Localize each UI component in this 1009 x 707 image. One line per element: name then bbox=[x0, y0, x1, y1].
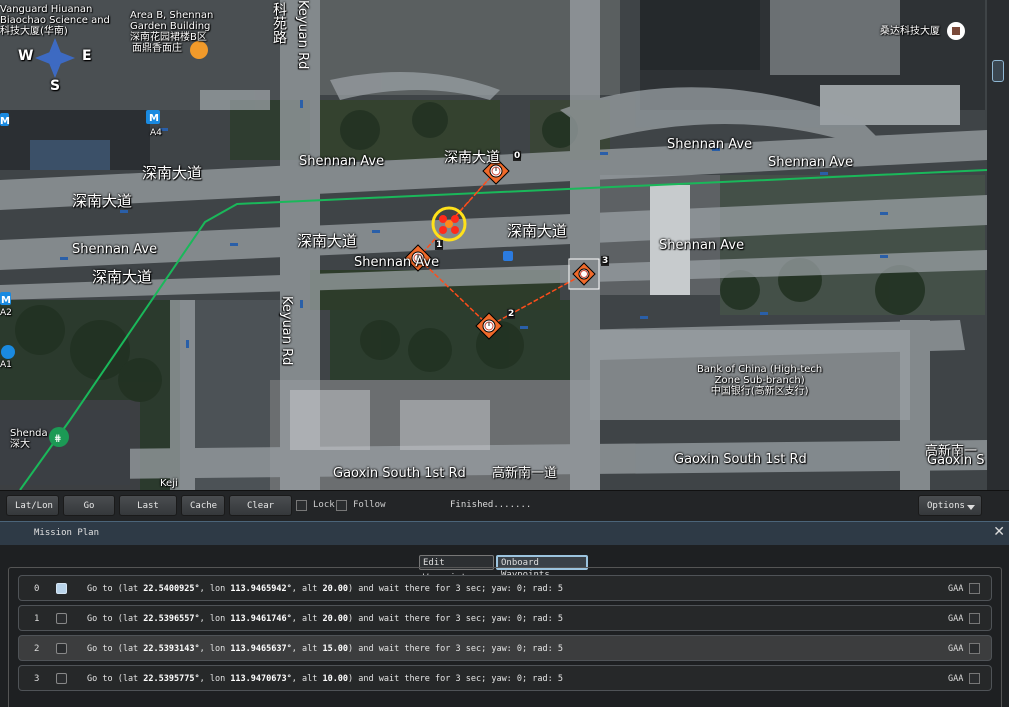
compass-west-label: W bbox=[18, 48, 34, 64]
waypoint-lat: 22.5400925° bbox=[143, 584, 200, 594]
gaa-label: GAA bbox=[948, 584, 964, 594]
waypoint-description: Go to (lat 22.5396557°, lon 113.9461746°… bbox=[87, 614, 563, 624]
mission-plan-header: Mission Plan ✕ bbox=[0, 521, 1009, 546]
road-label-keyuan-cn: 科苑路 bbox=[271, 2, 287, 44]
metro-label-a1: A1 bbox=[0, 360, 12, 370]
road-label-shennan-cn: 深南大道 bbox=[92, 268, 153, 286]
map-toolbar: Lat/Lon Go Home Last Pos Cache Clear Map… bbox=[0, 490, 1009, 532]
road-label-shennan-en: Shennan Ave bbox=[299, 154, 385, 169]
waypoint-alt: 10.00 bbox=[322, 674, 349, 684]
waypoint-alt: 15.00 bbox=[322, 644, 349, 654]
svg-text:M: M bbox=[149, 113, 159, 124]
waypoint-description: Go to (lat 22.5395775°, lon 113.9470673°… bbox=[87, 674, 563, 684]
waypoint-select-checkbox[interactable] bbox=[56, 643, 67, 654]
clear-map-button[interactable]: Clear Map bbox=[229, 495, 292, 532]
go-home-button[interactable]: Go Home bbox=[63, 495, 115, 532]
waypoint-row[interactable]: 0 Go to (lat 22.5400925°, lon 113.9465942… bbox=[18, 575, 992, 601]
waypoint-label: 0 bbox=[513, 151, 522, 161]
waypoint-description: Go to (lat 22.5393143°, lon 113.9465637°… bbox=[87, 644, 563, 654]
road-label-shennan-en: Shennan Ave bbox=[667, 137, 753, 152]
road-label-shennan-cn: 深南大道 bbox=[142, 164, 203, 182]
lat-lon-button[interactable]: Lat/Lon bbox=[6, 495, 59, 516]
poi-shenda: Shenda 深大 bbox=[10, 428, 48, 450]
waypoint-select-checkbox[interactable] bbox=[56, 583, 67, 594]
road-label-shennan-cn: 深南大道 bbox=[72, 192, 133, 210]
follow-label: Follow bbox=[353, 500, 386, 510]
road-label-shennan-cn: 深南大道 bbox=[444, 150, 500, 166]
lock-label: Lock bbox=[313, 500, 335, 510]
road-label-shennan-en: Shennan Ave bbox=[768, 155, 854, 170]
poi-vanguard: Vanguard Hiuanan Biaochao Science and 科技… bbox=[0, 4, 110, 37]
svg-text:M: M bbox=[0, 116, 10, 127]
chevron-down-icon bbox=[967, 505, 975, 510]
gaa-label: GAA bbox=[948, 614, 964, 624]
gaa-label: GAA bbox=[948, 674, 964, 684]
road-label-shennan-en: Shennan Ave bbox=[659, 238, 745, 253]
waypoint-lon: 113.9470673° bbox=[230, 674, 292, 684]
close-icon[interactable]: ✕ bbox=[993, 524, 1005, 540]
poi-bank-of-china: Bank of China (High-tech Zone Sub-branch… bbox=[697, 364, 823, 397]
road-label-gaoxin-en: Gaoxin S bbox=[927, 453, 985, 468]
waypoint-alt: 20.00 bbox=[322, 614, 349, 624]
gaa-checkbox[interactable] bbox=[969, 613, 980, 624]
waypoint-index: 0 bbox=[34, 584, 40, 594]
gaa-label: GAA bbox=[948, 644, 964, 654]
map-scrollbar-thumb[interactable] bbox=[992, 60, 1004, 82]
metro-label-a4: A4 bbox=[150, 128, 162, 138]
options-label: Options bbox=[927, 501, 965, 511]
waypoint-row[interactable]: 1 Go to (lat 22.5396557°, lon 113.9461746… bbox=[18, 605, 992, 631]
waypoint-index: 1 bbox=[34, 614, 40, 624]
waypoint-lon: 113.9461746° bbox=[230, 614, 292, 624]
follow-checkbox[interactable] bbox=[336, 500, 347, 511]
waypoint-lat: 22.5393143° bbox=[143, 644, 200, 654]
waypoint-label: 3 bbox=[601, 256, 610, 266]
map-scrollbar[interactable] bbox=[987, 0, 1009, 520]
gaa-checkbox[interactable] bbox=[969, 643, 980, 654]
road-label-gaoxin-cn: 高新南一道 bbox=[492, 466, 558, 481]
waypoint-index: 3 bbox=[34, 674, 40, 684]
waypoint-lat: 22.5396557° bbox=[143, 614, 200, 624]
waypoint-select-checkbox[interactable] bbox=[56, 673, 67, 684]
waypoint-alt: 20.00 bbox=[322, 584, 349, 594]
waypoint-index: 2 bbox=[34, 644, 40, 654]
status-text: Finished....... bbox=[450, 500, 532, 510]
waypoint-lon: 113.9465637° bbox=[230, 644, 292, 654]
map-view[interactable]: M M M ⋕ Vanguard Hiuanan Biaochao Science … bbox=[0, 0, 987, 490]
road-label-shennan-cn: 深南大道 bbox=[507, 222, 568, 240]
waypoint-description: Go to (lat 22.5400925°, lon 113.9465942°… bbox=[87, 584, 563, 594]
road-label-keyuan-bottom: Keyuan Rd bbox=[279, 296, 294, 366]
road-label-gaoxin-en: Gaoxin South 1st Rd bbox=[333, 466, 466, 481]
road-label-shennan-cn: 深南大道 bbox=[297, 232, 358, 250]
road-label-shennan-en: Shennan Ave bbox=[72, 242, 158, 257]
gaa-checkbox[interactable] bbox=[969, 673, 980, 684]
svg-text:⋕: ⋕ bbox=[54, 434, 62, 444]
road-label-shennan-en: Shennan Ave bbox=[354, 255, 440, 270]
metro-label-a2: A2 bbox=[0, 308, 12, 318]
last-pos-button[interactable]: Last Pos bbox=[119, 495, 177, 532]
compass-south-label: S bbox=[50, 78, 61, 94]
gaa-checkbox[interactable] bbox=[969, 583, 980, 594]
mission-plan-panel: Edit Waypoints Onboard Waypoints 0Go to … bbox=[0, 545, 1009, 707]
poi-restaurant: 面鼎香面庄 bbox=[132, 43, 182, 54]
waypoint-select-checkbox[interactable] bbox=[56, 613, 67, 624]
cache-button[interactable]: Cache bbox=[181, 495, 225, 516]
poi-area-b: Area B, Shennan Garden Building 深南花园裙楼B区 bbox=[130, 10, 214, 43]
waypoint-row[interactable]: 3 Go to (lat 22.5395775°, lon 113.9470673… bbox=[18, 665, 992, 691]
waypoint-lat: 22.5395775° bbox=[143, 674, 200, 684]
mission-plan-title: Mission Plan bbox=[34, 528, 100, 538]
road-label-keyuan-top: Keyuan Rd bbox=[295, 0, 310, 70]
road-label-gaoxin-en: Gaoxin South 1st Rd bbox=[674, 452, 807, 467]
waypoint-label: 1 bbox=[435, 240, 444, 250]
lock-checkbox[interactable] bbox=[296, 500, 307, 511]
waypoint-lon: 113.9465942° bbox=[230, 584, 292, 594]
compass-east-label: E bbox=[82, 48, 92, 64]
svg-text:M: M bbox=[1, 295, 11, 306]
waypoint-row[interactable]: 2 Go to (lat 22.5393143°, lon 113.9465637… bbox=[18, 635, 992, 661]
road-label-keji: Keji bbox=[160, 478, 178, 489]
options-dropdown[interactable]: Options bbox=[918, 495, 982, 516]
poi-sangda: 桑达科技大厦 bbox=[880, 26, 940, 37]
waypoint-label: 2 bbox=[507, 309, 516, 319]
